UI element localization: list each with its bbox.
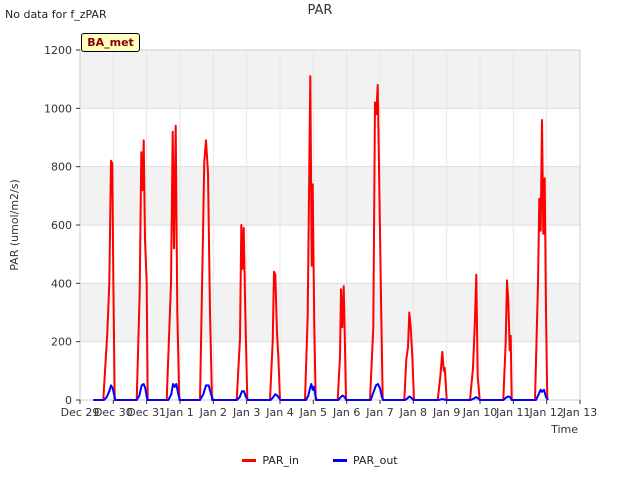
legend: PAR_in PAR_out: [0, 454, 640, 467]
x-tick-label-6: Jan 4: [265, 406, 293, 419]
y-tick-label-800: 800: [51, 161, 72, 174]
x-tick-label-12: Jan 10: [462, 406, 497, 419]
x-tick-label-8: Jan 6: [332, 406, 360, 419]
x-tick-label-15: Jan 13: [562, 406, 597, 419]
legend-swatch-par-out: [333, 459, 347, 462]
x-tick-label-5: Jan 3: [232, 406, 260, 419]
legend-label-par-in: PAR_in: [262, 454, 299, 467]
x-tick-label-11: Jan 9: [432, 406, 460, 419]
x-tick-label-4: Jan 2: [199, 406, 227, 419]
legend-item-par-in: PAR_in: [242, 454, 299, 467]
band-800-1000: [80, 108, 580, 167]
legend-swatch-par-in: [242, 459, 257, 462]
y-tick-label-400: 400: [51, 277, 72, 290]
y-axis-label: PAR (umol/m2/s): [8, 179, 21, 271]
band-600-800: [80, 166, 580, 225]
x-tick-label-2: Dec 31: [127, 406, 166, 419]
band-1000-1200: [80, 50, 580, 109]
x-tick-label-3: Jan 1: [165, 406, 193, 419]
x-tick-label-13: Jan 11: [495, 406, 530, 419]
x-tick-label-9: Jan 7: [365, 406, 393, 419]
y-tick-label-1200: 1200: [44, 44, 72, 57]
band-400-600: [80, 225, 580, 284]
y-axis-ticks: 020040060080010001200: [44, 44, 80, 407]
y-tick-label-1000: 1000: [44, 102, 72, 115]
legend-item-par-out: PAR_out: [333, 454, 398, 467]
x-tick-label-14: Jan 12: [528, 406, 563, 419]
par-chart: 020040060080010001200 Dec 29Dec 30Dec 31…: [8, 44, 597, 436]
y-tick-label-200: 200: [51, 336, 72, 349]
y-tick-label-600: 600: [51, 219, 72, 232]
x-axis-ticks: Dec 29Dec 30Dec 31 Jan 1 Jan 2 Jan 3 Jan 4 Ja…: [61, 400, 597, 419]
site-badge: BA_met: [81, 33, 140, 52]
x-tick-label-7: Jan 5: [299, 406, 327, 419]
legend-label-par-out: PAR_out: [353, 454, 398, 467]
x-axis-label: Time: [550, 423, 578, 436]
x-tick-label-10: Jan 8: [399, 406, 427, 419]
